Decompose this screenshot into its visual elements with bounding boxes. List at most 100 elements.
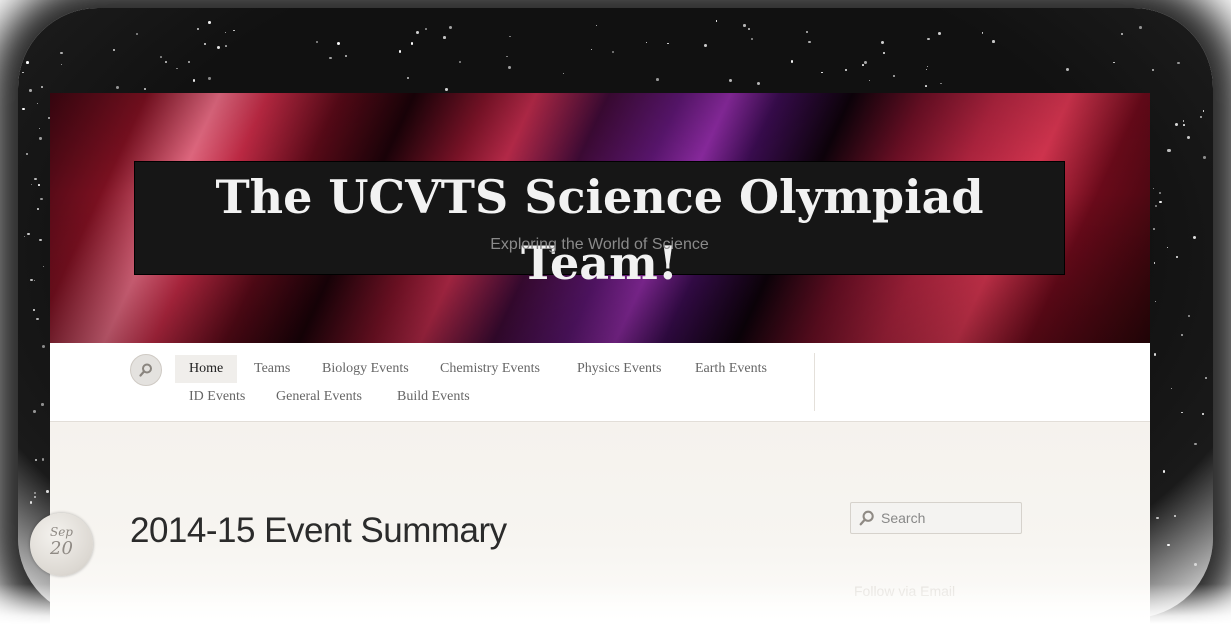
star	[208, 20, 212, 24]
star	[448, 25, 452, 29]
star	[225, 45, 227, 47]
star	[1201, 412, 1204, 415]
star	[508, 66, 512, 69]
star	[41, 345, 45, 349]
star	[1204, 376, 1207, 379]
follow-via-email-heading: Follow via Email	[854, 583, 956, 599]
star	[1192, 235, 1196, 239]
nav-item-biology-events[interactable]: Biology Events	[308, 355, 423, 383]
star	[36, 102, 39, 104]
star	[39, 137, 42, 140]
star	[1158, 191, 1161, 194]
site-title[interactable]: The UCVTS Science Olympiad Team!	[135, 164, 1064, 296]
star	[1166, 246, 1168, 249]
star	[398, 50, 402, 53]
page-container: The UCVTS Science Olympiad Team! Explori…	[50, 93, 1150, 624]
nav-search-button[interactable]	[130, 354, 162, 386]
site-title-box: The UCVTS Science Olympiad Team! Explori…	[134, 161, 1065, 290]
star	[927, 37, 930, 41]
star	[30, 279, 33, 282]
star	[329, 56, 332, 59]
main-navigation: Home Teams Biology Events Chemistry Even…	[50, 343, 1150, 422]
site-description: Exploring the World of Science	[490, 236, 709, 253]
star	[790, 60, 794, 63]
star	[1156, 517, 1159, 520]
star	[40, 85, 43, 88]
star	[33, 410, 36, 414]
nav-item-id-events[interactable]: ID Events	[175, 383, 259, 411]
star	[165, 61, 167, 63]
header-banner: The UCVTS Science Olympiad Team! Explori…	[50, 93, 1150, 343]
star	[22, 107, 25, 111]
star	[442, 36, 446, 39]
star	[46, 490, 49, 493]
star	[406, 77, 409, 80]
star	[410, 42, 414, 45]
star	[703, 43, 707, 47]
star	[115, 85, 119, 89]
star	[27, 232, 30, 236]
star	[337, 41, 341, 45]
star	[590, 49, 592, 51]
star	[34, 178, 37, 181]
star	[1177, 61, 1180, 65]
star	[41, 403, 44, 406]
star	[444, 88, 448, 92]
star	[33, 491, 36, 494]
star	[60, 51, 63, 55]
sidebar-search-field[interactable]	[850, 502, 1022, 534]
nav-item-chemistry-events[interactable]: Chemistry Events	[426, 355, 554, 383]
star	[743, 24, 746, 27]
star	[1203, 156, 1206, 159]
star	[425, 27, 427, 30]
star	[1152, 187, 1154, 189]
nav-divider	[814, 353, 815, 411]
star	[22, 71, 24, 74]
star	[38, 184, 40, 186]
star	[197, 28, 199, 30]
post-title[interactable]: 2014-15 Event Summary	[130, 511, 507, 551]
star	[1065, 68, 1069, 72]
star	[1188, 315, 1190, 317]
star	[1199, 115, 1202, 118]
star	[208, 77, 211, 80]
star	[1167, 148, 1171, 152]
star	[937, 31, 941, 35]
search-icon	[139, 363, 152, 377]
date-day: 20	[50, 538, 73, 559]
star	[1162, 470, 1166, 473]
nav-item-earth-events[interactable]: Earth Events	[681, 355, 781, 383]
star	[28, 88, 32, 92]
nav-item-home[interactable]: Home	[175, 355, 238, 383]
star	[1186, 136, 1190, 140]
star	[160, 56, 162, 58]
star	[821, 71, 823, 74]
star	[992, 40, 995, 43]
nav-item-teams[interactable]: Teams	[240, 355, 304, 383]
nav-item-physics-events[interactable]: Physics Events	[563, 355, 675, 383]
star	[1175, 122, 1179, 126]
star	[1181, 411, 1183, 414]
nav-item-general-events[interactable]: General Events	[262, 383, 376, 411]
nav-item-build-events[interactable]: Build Events	[383, 383, 484, 411]
star	[863, 61, 867, 65]
star	[868, 79, 870, 81]
post-date-badge: Sep 20	[30, 513, 93, 576]
star	[656, 78, 660, 81]
search-icon	[859, 510, 874, 526]
star	[1202, 110, 1204, 112]
star	[135, 33, 138, 35]
star	[924, 84, 927, 87]
main-content: 2014-15 Event Summary Follow via Email	[50, 423, 1150, 624]
star	[1120, 33, 1123, 36]
star	[750, 37, 753, 40]
star	[1159, 200, 1162, 204]
star	[645, 42, 647, 44]
star	[41, 457, 45, 461]
search-input[interactable]	[881, 510, 1021, 526]
star	[1153, 353, 1157, 356]
star	[1139, 25, 1143, 29]
star	[1152, 69, 1154, 71]
star	[1113, 61, 1115, 63]
star	[1167, 543, 1170, 547]
